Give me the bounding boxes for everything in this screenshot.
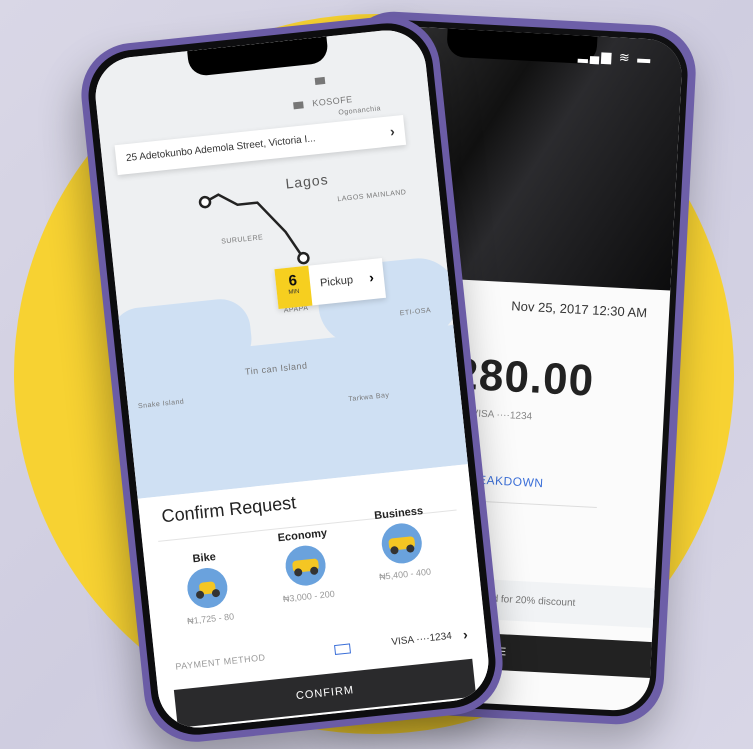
trip-date: Nov 25, 2017 12:30 AM (510, 298, 648, 321)
route-line (198, 193, 310, 265)
credit-card-icon (334, 643, 351, 656)
chevron-right-icon: › (462, 626, 469, 643)
trip-payment-card: VISA ····1234 (471, 408, 533, 423)
ride-option-bike[interactable]: Bike ₦1,725 - 80 (164, 548, 251, 628)
bike-icon (185, 566, 230, 610)
car-icon (283, 543, 328, 588)
front-phone: KOSOFE Ogonanchia LAGOS MAINLAND SURULER… (76, 11, 508, 747)
ride-price: ₦1,725 - 80 (186, 611, 235, 627)
ride-price: ₦3,000 - 200 (282, 588, 336, 605)
front-phone-screen: KOSOFE Ogonanchia LAGOS MAINLAND SURULER… (91, 26, 493, 732)
pickup-label: Pickup (319, 274, 354, 290)
ride-price: ₦5,400 - 400 (378, 566, 432, 582)
origin-marker (198, 195, 212, 209)
payment-method-label: PAYMENT METHOD (174, 652, 266, 672)
chevron-right-icon: › (389, 122, 396, 140)
destination-marker (297, 251, 310, 265)
sheet-title: Confirm Request (160, 492, 298, 527)
car-icon (379, 521, 424, 566)
confirm-request-sheet: Confirm Request Bike ₦1,725 - 80 Economy… (137, 464, 493, 732)
ride-name: Bike (192, 550, 217, 566)
ride-option-business[interactable]: Business ₦5,400 - 400 (358, 503, 445, 583)
ride-option-economy[interactable]: Economy ₦3,000 - 200 (262, 526, 349, 606)
eta-badge: 6 MIN (274, 265, 313, 310)
chevron-right-icon: › (368, 268, 375, 286)
payment-method-value: VISA ····1234 (390, 630, 453, 649)
ride-name: Business (373, 505, 424, 523)
map-view[interactable]: KOSOFE Ogonanchia LAGOS MAINLAND SURULER… (91, 26, 493, 499)
